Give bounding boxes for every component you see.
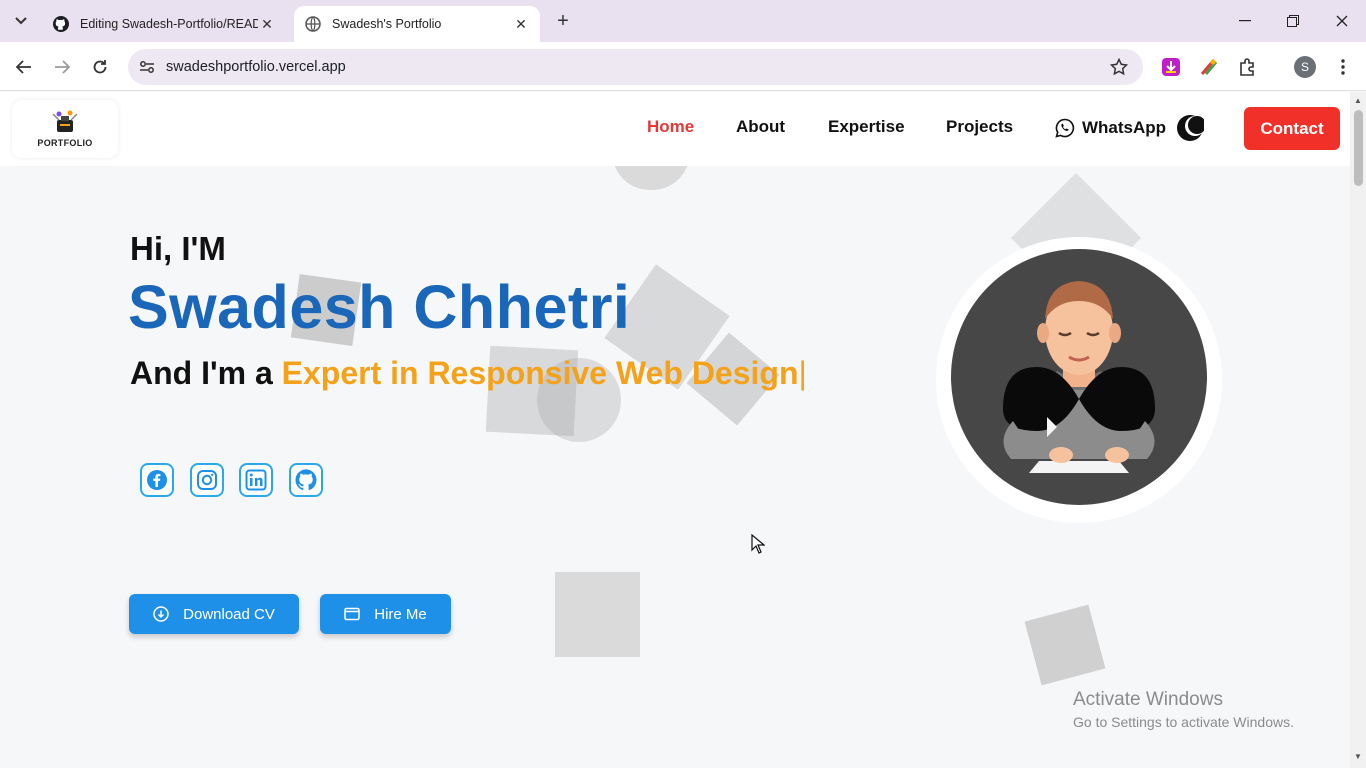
tab-search-button[interactable] bbox=[8, 8, 34, 34]
reload-button[interactable] bbox=[85, 52, 115, 82]
arrow-left-icon bbox=[16, 60, 31, 74]
close-window-button[interactable] bbox=[1319, 0, 1365, 42]
hero-tagline: And I'm a Expert in Responsive Web Desig… bbox=[130, 355, 807, 392]
scroll-up-arrow-icon[interactable]: ▲ bbox=[1353, 96, 1363, 106]
github-icon bbox=[52, 15, 70, 33]
contact-button[interactable]: Contact bbox=[1244, 107, 1340, 150]
tab-strip: Editing Swadesh-Portfolio/READM ✕ Swades… bbox=[0, 0, 1366, 42]
logo-text: PORTFOLIO bbox=[37, 138, 93, 148]
decorative-shape bbox=[555, 572, 640, 657]
download-extension-icon[interactable] bbox=[1160, 56, 1182, 78]
profile-avatar-illustration bbox=[951, 249, 1207, 505]
nav-about[interactable]: About bbox=[736, 117, 785, 137]
dark-mode-icon bbox=[1177, 115, 1206, 141]
profile-photo-frame bbox=[936, 237, 1222, 523]
github-link[interactable] bbox=[289, 463, 323, 497]
portfolio-logo-icon bbox=[48, 110, 82, 136]
tab-title: Swadesh's Portfolio bbox=[332, 17, 442, 31]
close-icon bbox=[1336, 15, 1348, 27]
tab-title: Editing Swadesh-Portfolio/READM bbox=[80, 17, 258, 31]
mouse-cursor-icon bbox=[751, 534, 765, 554]
hero-name: Swadesh Chhetri bbox=[128, 273, 631, 341]
tab-editing-readme[interactable]: Editing Swadesh-Portfolio/READM ✕ bbox=[42, 6, 286, 42]
plus-icon: + bbox=[557, 9, 569, 32]
page-content: PORTFOLIO Home About Expertise Projects … bbox=[0, 92, 1350, 768]
hire-me-label: Hire Me bbox=[374, 605, 427, 623]
instagram-icon bbox=[197, 470, 217, 490]
tagline-role: Expert in Responsive Web Design bbox=[281, 355, 799, 391]
address-bar[interactable]: swadeshportfolio.vercel.app bbox=[128, 49, 1143, 85]
scrollbar-thumb[interactable] bbox=[1354, 110, 1363, 186]
minimize-icon bbox=[1239, 20, 1251, 22]
envelope-icon bbox=[344, 606, 360, 622]
theme-toggle-button[interactable] bbox=[1176, 114, 1206, 142]
chevron-down-icon bbox=[15, 17, 27, 25]
download-cv-label: Download CV bbox=[183, 605, 275, 623]
site-header: PORTFOLIO Home About Expertise Projects … bbox=[0, 92, 1350, 166]
hero-greeting: Hi, I'M bbox=[130, 230, 226, 267]
back-button[interactable] bbox=[9, 52, 39, 82]
instagram-link[interactable] bbox=[190, 463, 224, 497]
linkedin-icon bbox=[245, 469, 267, 491]
page-scrollbar[interactable]: ▲ ▼ bbox=[1350, 92, 1366, 768]
download-circle-icon bbox=[153, 606, 169, 622]
restore-icon bbox=[1287, 15, 1299, 27]
nav-whatsapp[interactable]: WhatsApp bbox=[1054, 117, 1166, 139]
decorative-shape bbox=[1024, 604, 1106, 686]
nav-expertise[interactable]: Expertise bbox=[828, 117, 905, 137]
close-icon[interactable]: ✕ bbox=[258, 15, 276, 33]
typing-caret: | bbox=[798, 355, 807, 391]
linkedin-link[interactable] bbox=[239, 463, 273, 497]
extensions-puzzle-icon[interactable] bbox=[1237, 56, 1259, 78]
bookmark-star-icon[interactable] bbox=[1109, 57, 1129, 77]
nav-projects[interactable]: Projects bbox=[946, 117, 1013, 137]
restore-button[interactable] bbox=[1270, 0, 1316, 42]
reload-icon bbox=[93, 60, 107, 74]
profile-avatar[interactable]: S bbox=[1294, 56, 1316, 78]
colorful-extension-icon[interactable] bbox=[1198, 56, 1220, 78]
github-icon bbox=[295, 469, 317, 491]
scroll-down-arrow-icon[interactable]: ▼ bbox=[1353, 752, 1363, 762]
site-logo[interactable]: PORTFOLIO bbox=[12, 100, 118, 158]
whatsapp-label: WhatsApp bbox=[1082, 118, 1167, 137]
tagline-prefix: And I'm a bbox=[130, 355, 282, 391]
browser-toolbar: swadeshportfolio.vercel.app bbox=[0, 42, 1366, 91]
site-info-icon[interactable] bbox=[136, 56, 158, 78]
hire-me-button[interactable]: Hire Me bbox=[320, 594, 451, 634]
url-text[interactable]: swadeshportfolio.vercel.app bbox=[166, 59, 346, 75]
close-icon[interactable]: ✕ bbox=[512, 15, 530, 33]
facebook-icon bbox=[147, 470, 167, 490]
minimize-button[interactable] bbox=[1222, 0, 1268, 42]
new-tab-button[interactable]: + bbox=[550, 8, 576, 34]
facebook-link[interactable] bbox=[140, 463, 174, 497]
watermark-subtitle: Go to Settings to activate Windows. bbox=[1073, 714, 1294, 730]
watermark-title: Activate Windows bbox=[1073, 689, 1223, 710]
globe-icon bbox=[304, 15, 322, 33]
forward-button[interactable] bbox=[47, 52, 77, 82]
tab-portfolio[interactable]: Swadesh's Portfolio ✕ bbox=[294, 6, 540, 42]
whatsapp-icon bbox=[1054, 117, 1076, 139]
arrow-right-icon bbox=[55, 60, 70, 74]
activate-windows-watermark: Activate Windows Go to Settings to activ… bbox=[1073, 689, 1294, 730]
browser-menu-icon[interactable] bbox=[1333, 55, 1353, 79]
nav-home[interactable]: Home bbox=[647, 117, 694, 137]
download-cv-button[interactable]: Download CV bbox=[129, 594, 299, 634]
